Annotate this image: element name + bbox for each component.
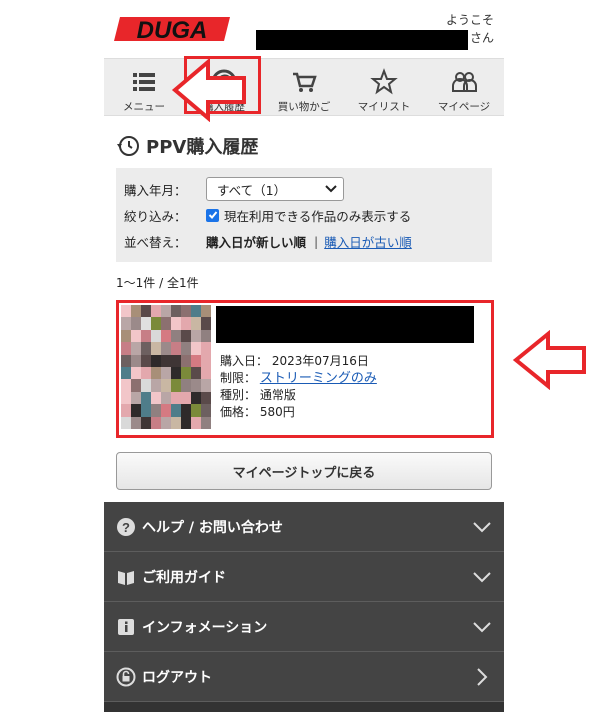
back-to-mypage-button[interactable]: マイページトップに戻る — [116, 452, 492, 490]
svg-text:?: ? — [122, 520, 130, 535]
site-header: DUGA ようこそ さん — [104, 0, 504, 58]
chevron-down-icon — [473, 521, 491, 532]
users-icon — [452, 72, 477, 92]
star-icon — [370, 68, 398, 95]
nav-mylist-label: マイリスト — [357, 101, 411, 113]
footer-guide-label: ご利用ガイド — [142, 569, 226, 586]
username-redaction — [256, 30, 468, 50]
cart-icon — [293, 72, 317, 92]
nav-mylist[interactable]: マイリスト — [344, 59, 424, 115]
sort-oldest-link[interactable]: 購入日が古い順 — [324, 232, 412, 251]
chevron-down-icon — [325, 185, 337, 193]
result-count: 1～1件 / 全1件 — [116, 276, 199, 290]
nav-mypage[interactable]: マイページ — [424, 59, 504, 115]
footer-help-label: ヘルプ / お問い合わせ — [142, 519, 283, 536]
menu-icon — [133, 73, 155, 91]
check-icon — [208, 211, 217, 219]
chevron-right-icon — [477, 667, 488, 686]
footer-guide[interactable]: ご利用ガイド — [104, 552, 504, 602]
year-label: 購入年月： — [124, 182, 187, 198]
info-icon — [118, 618, 134, 635]
narrow-label: 絞り込み： — [124, 208, 187, 224]
welcome-prefix: ようこそ — [445, 13, 494, 27]
footer-information[interactable]: インフォメーション — [104, 602, 504, 652]
main-content: PPV購入履歴 購入年月： すべて（1） 絞り込み： 現在利用できる作品のみ表示… — [104, 124, 504, 490]
page-title-row: PPV購入履歴 — [116, 124, 492, 168]
footer-logout-label: ログアウト — [142, 669, 212, 686]
logout-lock-icon — [116, 667, 136, 686]
annotation-arrow-nav — [171, 58, 246, 122]
nav-cart[interactable]: 買い物かご — [264, 59, 344, 115]
annotation-arrow-item — [512, 330, 586, 390]
sort-label: 並べ替え： — [124, 234, 187, 250]
chevron-down-icon — [473, 621, 491, 632]
page-title: PPV購入履歴 — [146, 137, 259, 158]
chevron-down-icon — [473, 571, 491, 582]
item-highlight-box — [116, 300, 494, 438]
available-only-checkbox[interactable] — [206, 208, 219, 222]
year-select[interactable]: すべて（1） — [206, 177, 344, 201]
main-nav: メニュー 購入履歴 買い物かご マイリスト マイページ — [104, 58, 504, 116]
duga-logo[interactable]: DUGA — [114, 14, 232, 44]
footer-menu: ? ヘルプ / お問い合わせ ご利用ガイド インフォメーション ログアウト — [104, 502, 504, 712]
welcome-suffix: さん — [469, 31, 494, 45]
app-window: DUGA ようこそ さん メニュー 購入履歴 買い物かご マイリスト マイページ… — [104, 0, 504, 719]
logo-text: DUGA — [137, 17, 208, 44]
help-icon: ? — [117, 517, 135, 536]
footer-information-label: インフォメーション — [142, 619, 268, 636]
nav-mypage-label: マイページ — [437, 101, 491, 113]
sort-newest: 購入日が新しい順 — [206, 234, 307, 250]
history-clock-icon — [117, 136, 139, 156]
footer-tail — [104, 702, 504, 712]
footer-help[interactable]: ? ヘルプ / お問い合わせ — [104, 502, 504, 552]
sort-separator: | — [314, 233, 319, 249]
nav-menu-label: メニュー — [123, 101, 165, 113]
nav-cart-label: 買い物かご — [277, 101, 331, 113]
year-select-value: すべて（1） — [217, 182, 287, 198]
filter-panel: 購入年月： すべて（1） 絞り込み： 現在利用できる作品のみ表示する 並べ替え：… — [116, 168, 492, 262]
purchase-item[interactable]: 購入日： 2023年07月16日 制限： ストリーミングのみ 種別： 通常版 価… — [116, 300, 494, 438]
available-only-label[interactable]: 現在利用できる作品のみ表示する — [224, 206, 411, 225]
footer-logout[interactable]: ログアウト — [104, 652, 504, 702]
guide-book-icon — [118, 570, 134, 585]
